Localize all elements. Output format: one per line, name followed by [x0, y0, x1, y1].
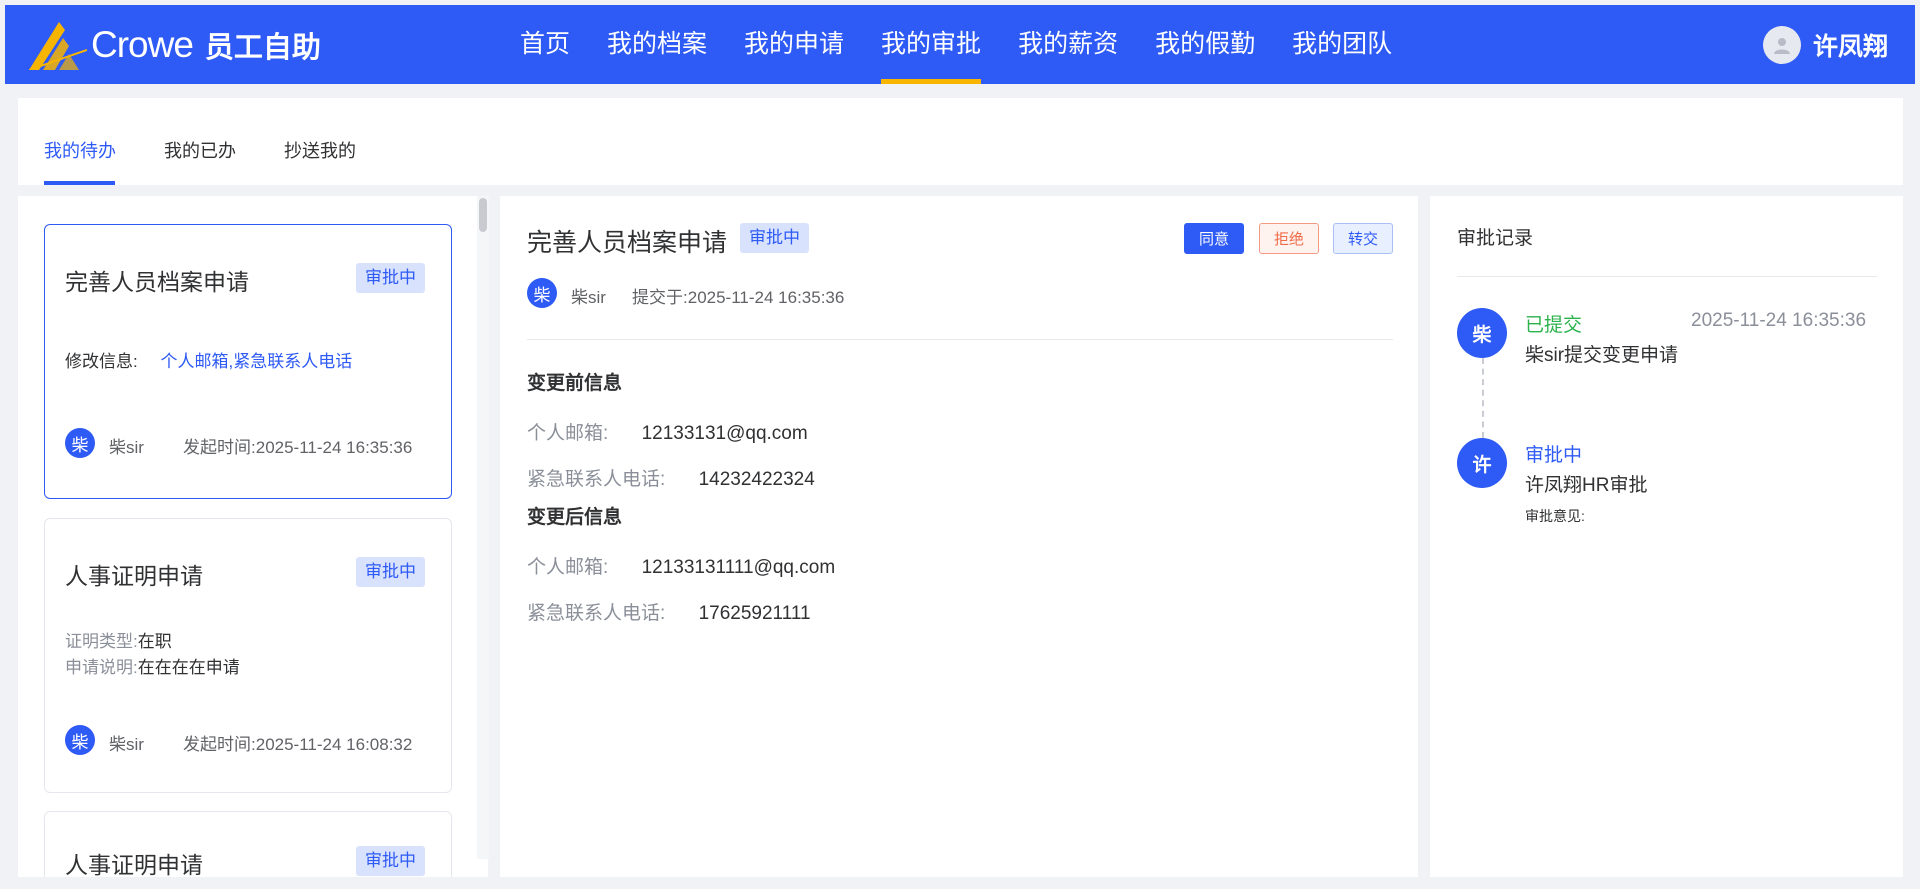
detail-title: 完善人员档案申请: [527, 229, 728, 257]
history-title: 审批记录: [1457, 228, 1534, 249]
divider: [1457, 276, 1877, 277]
list-item[interactable]: 人事证明申请 审批中 证明类型:在职 申请说明:在在在在申请 柴 柴sir 发起…: [44, 518, 452, 793]
avatar: 柴: [1457, 308, 1507, 358]
applicant-name: 柴sir: [109, 735, 144, 754]
field-value: 在职: [137, 632, 172, 651]
list-scrollbar[interactable]: [477, 196, 489, 859]
status-badge: 审批中: [356, 263, 425, 293]
applicant-name: 柴sir: [109, 438, 144, 457]
time-label: 发起时间:: [183, 735, 256, 754]
card-title: 人事证明申请: [65, 563, 203, 589]
record-status: 已提交: [1525, 315, 1583, 336]
card-title: 完善人员档案申请: [65, 269, 249, 295]
field-value: 12133131111@qq.com: [641, 557, 836, 578]
field-label: 修改信息:: [65, 352, 138, 371]
status-badge: 审批中: [740, 223, 809, 253]
record-time: 2025-11-24 16:35:36: [1691, 310, 1867, 331]
avatar: 柴: [65, 428, 95, 458]
nav-item-approvals[interactable]: 我的审批: [881, 5, 982, 84]
logo[interactable]: Crowe 员工自助: [29, 20, 321, 70]
scroll-thumb[interactable]: [479, 198, 487, 232]
list-item[interactable]: 完善人员档案申请 审批中 修改信息: 个人邮箱,紧急联系人电话 柴 柴sir 发…: [44, 224, 452, 499]
field-value: 个人邮箱,紧急联系人电话: [160, 352, 353, 371]
field-value: 12133131@qq.com: [641, 423, 808, 444]
user-avatar-icon: [1762, 26, 1801, 64]
logo-text: Crowe: [91, 24, 194, 65]
approval-detail: 完善人员档案申请 审批中 同意 拒绝 转交 柴 柴sir 提交于:2025-11…: [500, 196, 1418, 877]
card-title: 人事证明申请: [65, 852, 203, 877]
tab-active-indicator: [44, 181, 115, 185]
main-nav: 首页 我的档案 我的申请 我的审批 我的薪资 我的假勤 我的团队: [520, 5, 1429, 84]
time-value: 2025-11-24 16:08:32: [255, 735, 413, 754]
user-menu[interactable]: 许凤翔: [1762, 26, 1888, 64]
status-badge: 审批中: [356, 846, 425, 876]
nav-item-team[interactable]: 我的团队: [1292, 5, 1392, 84]
crowe-logo-icon: [29, 22, 87, 70]
avatar: 柴: [527, 278, 557, 308]
record-desc: 柴sir提交变更申请: [1525, 345, 1679, 366]
field-label: 紧急联系人电话:: [527, 469, 666, 490]
timeline-connector: [1482, 358, 1484, 438]
field-label: 申请说明:: [65, 658, 138, 677]
record-desc: 许凤翔HR审批: [1525, 475, 1648, 496]
field-label: 紧急联系人电话:: [527, 603, 666, 624]
nav-item-profile[interactable]: 我的档案: [607, 5, 707, 84]
list-item[interactable]: 人事证明申请 审批中: [44, 811, 452, 877]
time-value: 2025-11-24 16:35:36: [255, 438, 413, 457]
status-badge: 审批中: [356, 557, 425, 587]
agree-button[interactable]: 同意: [1184, 223, 1244, 254]
divider: [527, 339, 1393, 340]
nav-item-home[interactable]: 首页: [520, 5, 570, 84]
record-status: 审批中: [1525, 445, 1583, 466]
tab-done[interactable]: 我的已办: [164, 137, 236, 163]
field-value: 在在在在申请: [137, 658, 240, 677]
field-value: 17625921111: [698, 603, 811, 624]
app-subtitle: 员工自助: [204, 32, 321, 64]
reject-button[interactable]: 拒绝: [1259, 223, 1319, 254]
before-info-header: 变更前信息: [527, 373, 623, 394]
field-label: 证明类型:: [65, 632, 138, 651]
time-label: 发起时间:: [183, 438, 256, 457]
approval-list: 完善人员档案申请 审批中 修改信息: 个人邮箱,紧急联系人电话 柴 柴sir 发…: [18, 196, 488, 877]
applicant-name: 柴sir: [571, 288, 606, 307]
field-value: 14232422324: [698, 469, 815, 490]
nav-item-leave[interactable]: 我的假勤: [1155, 5, 1255, 84]
nav-item-salary[interactable]: 我的薪资: [1018, 5, 1118, 84]
after-info-header: 变更后信息: [527, 507, 623, 528]
submit-time: 2025-11-24 16:35:36: [687, 288, 845, 307]
tab-cc[interactable]: 抄送我的: [284, 137, 356, 163]
submit-label: 提交于:: [632, 288, 688, 307]
nav-item-applications[interactable]: 我的申请: [744, 5, 844, 84]
field-label: 个人邮箱:: [527, 423, 609, 444]
avatar: 柴: [65, 725, 95, 755]
field-label: 个人邮箱:: [527, 557, 609, 578]
top-navbar: Crowe 员工自助 首页 我的档案 我的申请 我的审批 我的薪资 我的假勤 我…: [5, 5, 1915, 84]
approval-tabs: 我的待办 我的已办 抄送我的: [18, 98, 1903, 185]
avatar: 许: [1457, 438, 1507, 488]
approval-history: 审批记录 柴 已提交 2025-11-24 16:35:36 柴sir提交变更申…: [1430, 196, 1903, 877]
transfer-button[interactable]: 转交: [1333, 223, 1393, 254]
tab-pending[interactable]: 我的待办: [44, 137, 116, 163]
comment-label: 审批意见:: [1525, 508, 1585, 524]
user-name: 许凤翔: [1812, 33, 1888, 61]
